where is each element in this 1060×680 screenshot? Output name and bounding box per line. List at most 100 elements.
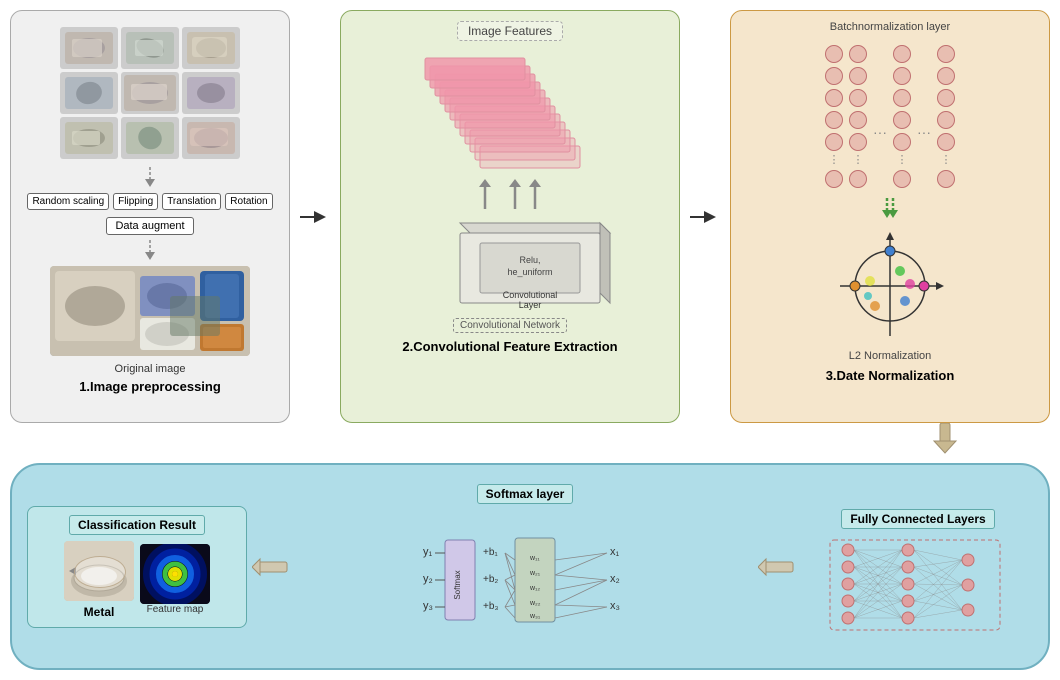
bn-circle-1-3: [825, 89, 843, 107]
panel1-title: 1.Image preprocessing: [79, 379, 221, 394]
bn-circle-4-6: [937, 170, 955, 188]
bn-dots-3: ⋮: [897, 155, 908, 166]
bn-circle-3-1: [893, 45, 911, 63]
conv-block: Relu, he_uniform Convolutional Layer: [430, 213, 590, 316]
bn-dots-4: ⋮: [941, 155, 952, 166]
svg-text:+b₁: +b₁: [483, 547, 498, 558]
img-cell-2: [121, 27, 179, 69]
arrow-left-2: [758, 552, 798, 582]
data-augment-box: Data augment: [106, 217, 193, 235]
aug-random-scaling: Random scaling: [27, 193, 109, 210]
softmax-title: Softmax layer: [477, 484, 574, 504]
svg-text:+b₃: +b₃: [483, 601, 498, 612]
bn-dots-1: ⋮: [829, 155, 840, 166]
svg-text:Convolutional: Convolutional: [503, 290, 558, 300]
metal-label: Metal: [84, 605, 115, 619]
img-cell-1: [60, 27, 118, 69]
bn-circle-2-4: [849, 111, 867, 129]
svg-text:w₁₁: w₁₁: [529, 555, 540, 562]
img-cell-8: [121, 117, 179, 159]
bn-circle-3-5: [893, 133, 911, 151]
bn-circles: ⋮ ⋮ ···: [825, 45, 955, 188]
fc-diagram: [828, 535, 1008, 625]
aug-rotation: Rotation: [225, 193, 272, 210]
svg-text:Softmax: Softmax: [453, 570, 462, 599]
svg-text:+b₂: +b₂: [483, 574, 498, 585]
cls-heatmap-container: Feature map: [140, 544, 210, 615]
feature-maps: [410, 51, 610, 171]
bottom-row: Classification Result: [10, 463, 1050, 670]
bn-circle-4-2: [937, 67, 955, 85]
bn-col-dots-2: ···: [917, 94, 931, 140]
svg-text:Relu,: Relu,: [519, 255, 540, 265]
image-grid: [60, 27, 240, 159]
svg-text:x₃: x₃: [610, 600, 620, 612]
bn-circle-2-2: [849, 67, 867, 85]
bn-circle-1-1: [825, 45, 843, 63]
svg-text:y₂: y₂: [423, 573, 433, 585]
bn-circle-4-1: [937, 45, 955, 63]
aug-translation: Translation: [162, 193, 221, 210]
fc-panel: Fully Connected Layers: [803, 509, 1033, 625]
panel3-title: 3.Date Normalization: [826, 368, 955, 383]
arrows-up: [465, 179, 555, 209]
classification-panel: Classification Result: [27, 506, 247, 628]
svg-text:w₃₁: w₃₁: [529, 613, 541, 620]
bn-label: Batchnormalization layer: [830, 21, 950, 33]
svg-text:y₁: y₁: [423, 546, 433, 558]
bn-circle-1-2: [825, 67, 843, 85]
bn-circle-3-4: [893, 111, 911, 129]
svg-text:w₂₂: w₂₂: [529, 600, 541, 607]
feature-map-label: Feature map: [147, 604, 204, 615]
panel2-title: 2.Convolutional Feature Extraction: [402, 339, 617, 354]
bn-circle-3-6: [893, 170, 911, 188]
bn-circle-4-4: [937, 111, 955, 129]
bn-col-dots: ···: [873, 94, 887, 140]
image-features-label: Image Features: [457, 21, 563, 41]
img-cell-4: [60, 72, 118, 114]
arrow-green-down: [880, 198, 900, 220]
cls-product-image: [64, 541, 134, 601]
svg-text:Layer: Layer: [519, 300, 542, 310]
svg-text:w₁₂: w₁₂: [529, 585, 540, 592]
vertical-arrow-down: [10, 433, 1050, 453]
softmax-panel: Softmax layer y₁ y₂ y₃ Softmax +b₁ +b₂ +…: [297, 484, 753, 650]
arrow-right-1: [300, 10, 330, 423]
classification-title: Classification Result: [69, 515, 205, 535]
bn-circle-3-3: [893, 89, 911, 107]
panel-2-cnn: Image Features: [340, 10, 680, 423]
bn-circle-3-2: [893, 67, 911, 85]
img-cell-9: [182, 117, 240, 159]
cls-images: Metal: [64, 541, 210, 619]
bn-col-3: ⋮: [893, 45, 911, 188]
bn-circle-2-5: [849, 133, 867, 151]
bn-col-1: ⋮: [825, 45, 843, 188]
svg-text:he_uniform: he_uniform: [507, 267, 552, 277]
fc-title: Fully Connected Layers: [841, 509, 994, 529]
bn-dots-2: ⋮: [853, 155, 864, 166]
bn-circle-1-5: [825, 133, 843, 151]
bn-col-2: ⋮: [849, 45, 867, 188]
l2-label: L2 Normalization: [849, 350, 932, 362]
bn-circle-1-6: [825, 170, 843, 188]
bn-circle-2-3: [849, 89, 867, 107]
img-cell-6: [182, 72, 240, 114]
bn-circle-1-4: [825, 111, 843, 129]
original-image-label: Original image: [115, 363, 186, 375]
panel-1-image-preprocessing: Random scaling Flipping Translation Rota…: [10, 10, 290, 423]
img-cell-5: [121, 72, 179, 114]
l2-diagram: [820, 226, 960, 346]
bn-circle-4-3: [937, 89, 955, 107]
cls-product-container: Metal: [64, 541, 134, 619]
svg-text:y₃: y₃: [423, 600, 433, 612]
original-image-area: [50, 266, 250, 356]
aug-flipping: Flipping: [113, 193, 158, 210]
arrow-left-1: [252, 552, 292, 582]
img-cell-3: [182, 27, 240, 69]
panel-3-normalization: Batchnormalization layer ⋮: [730, 10, 1050, 423]
bn-circle-2-6: [849, 170, 867, 188]
main-container: Random scaling Flipping Translation Rota…: [0, 0, 1060, 680]
arrow-right-2: [690, 10, 720, 423]
bn-col-4: ⋮: [937, 45, 955, 188]
svg-text:x₂: x₂: [610, 573, 620, 585]
